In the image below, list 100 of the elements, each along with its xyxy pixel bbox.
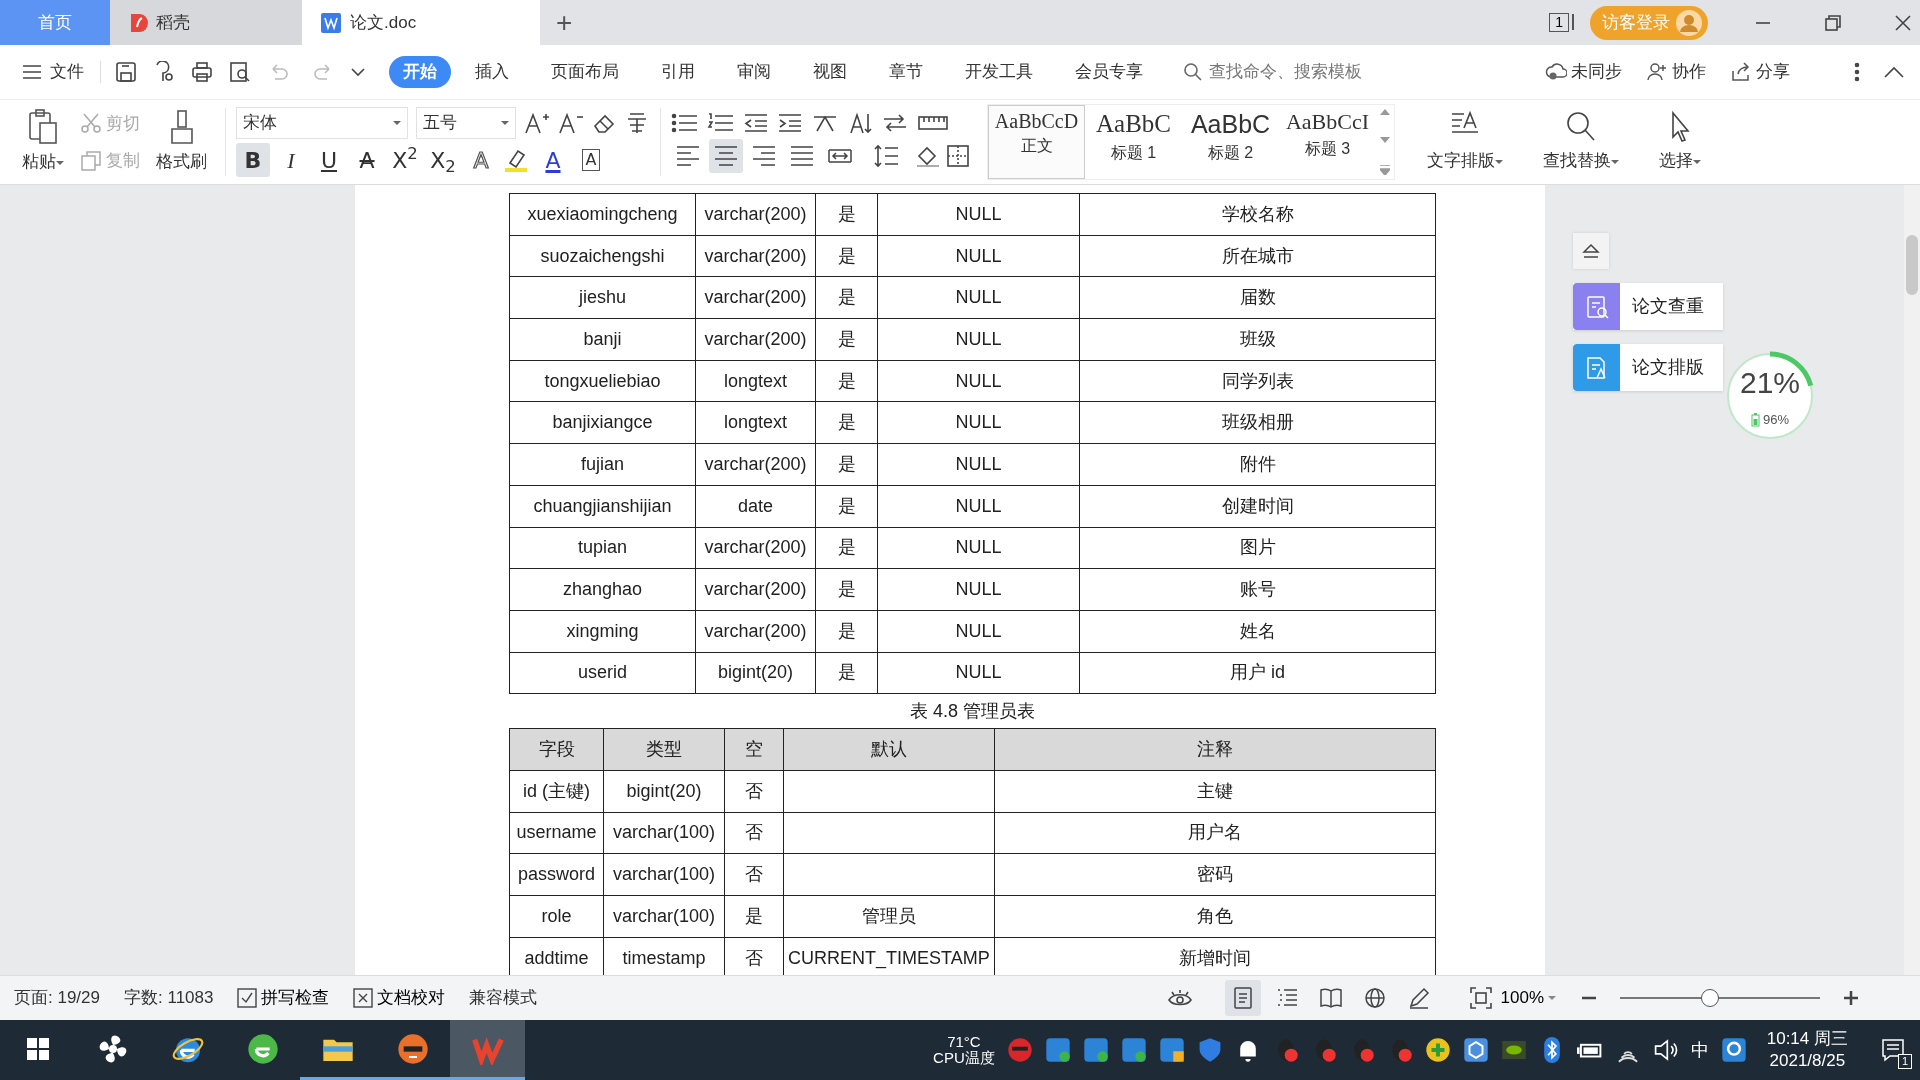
- decrease-indent-icon[interactable]: [743, 111, 769, 135]
- format-button[interactable]: A: [350, 143, 384, 177]
- ribbon-tab[interactable]: 页面布局: [533, 55, 637, 89]
- format-button[interactable]: U: [312, 143, 346, 177]
- x-box-icon: [353, 988, 374, 1008]
- scroll-up-icon[interactable]: [1380, 109, 1390, 115]
- table-cell: 管理员: [783, 895, 995, 938]
- align-button[interactable]: [709, 139, 743, 173]
- scroll-down-icon[interactable]: [1380, 137, 1390, 143]
- input-method-indicator[interactable]: 中: [1690, 1036, 1709, 1064]
- upload-app-icon[interactable]: [1158, 1037, 1185, 1063]
- command-search-field[interactable]: 查找命令、搜索模板: [1183, 58, 1407, 86]
- zoom-level-dropdown[interactable]: 100%: [1500, 985, 1556, 1011]
- document-tab[interactable]: 稻壳: [110, 0, 302, 45]
- new-tab-button[interactable]: +: [540, 0, 589, 45]
- table-cell: varchar(100): [603, 812, 725, 854]
- sync-app-icon[interactable]: [1082, 1037, 1109, 1063]
- table-cell: suozaichengshi: [509, 235, 696, 277]
- style-preset[interactable]: AaBbC 标题 2: [1182, 105, 1279, 179]
- table-cell: 创建时间: [1079, 485, 1436, 527]
- clock[interactable]: 10:14 周三 2021/8/25: [1766, 1027, 1848, 1073]
- table-cell: longtext: [695, 360, 816, 402]
- restore-icon[interactable]: [1824, 13, 1842, 32]
- collapse-panel-button[interactable]: [1573, 233, 1609, 269]
- style-preset[interactable]: AaBbCcI 标题 3: [1279, 105, 1376, 179]
- select-button[interactable]: 选择: [1651, 100, 1709, 184]
- battery-percentage: 96%: [1763, 411, 1789, 429]
- expand-icon[interactable]: [1380, 165, 1390, 175]
- format-button[interactable]: B: [236, 143, 270, 177]
- ribbon-tab[interactable]: 会员专享: [1057, 55, 1161, 89]
- fit-screen-icon[interactable]: [1468, 986, 1493, 1010]
- format-button[interactable]: X$_{2}$: [426, 143, 460, 177]
- toolbar-action[interactable]: 分享: [1730, 59, 1790, 85]
- close-icon[interactable]: [1894, 13, 1912, 32]
- scrollbar[interactable]: [1904, 185, 1920, 975]
- eye-icon[interactable]: [1166, 988, 1193, 1008]
- more-icon[interactable]: [1854, 62, 1860, 82]
- table-cell: NULL: [877, 610, 1080, 653]
- table-cell: tupian: [509, 527, 696, 569]
- format-painter-button[interactable]: 格式刷: [148, 100, 215, 184]
- zoom-in-icon[interactable]: [1842, 989, 1860, 1007]
- save-icon[interactable]: [115, 61, 137, 83]
- table-cell: 是: [815, 568, 878, 611]
- font-size-field[interactable]: 五号: [416, 107, 516, 139]
- column-header: 字段: [509, 728, 604, 771]
- ribbon-tab[interactable]: 章节: [871, 55, 941, 89]
- spell-check-button[interactable]: 拼写检查: [237, 985, 330, 1011]
- table-cell: 否: [724, 770, 784, 813]
- shrink-font-icon[interactable]: [558, 111, 584, 135]
- table-cell: 是: [815, 443, 878, 486]
- plus-circle-icon[interactable]: [1424, 1037, 1451, 1063]
- paste-button[interactable]: 粘贴: [14, 100, 72, 184]
- copy-icon: [80, 149, 102, 172]
- panel-shortcut[interactable]: 论文排版: [1573, 344, 1723, 391]
- notification-center-button[interactable]: 1: [1876, 1033, 1910, 1067]
- find-replace-button[interactable]: 查找替换: [1535, 100, 1627, 184]
- toolbar-action[interactable]: 未同步: [1545, 59, 1622, 85]
- collapse-icon[interactable]: [1884, 66, 1904, 78]
- table-cell: 是: [724, 895, 784, 938]
- line-spacing-icon[interactable]: [873, 144, 899, 168]
- table-cell: NULL: [877, 276, 1080, 319]
- speaker-icon[interactable]: [1652, 1037, 1679, 1063]
- dropdown-icon[interactable]: [351, 67, 365, 77]
- increase-indent-icon[interactable]: [777, 111, 803, 135]
- ribbon-tab[interactable]: 引用: [643, 55, 713, 89]
- table-cell: 用户名: [994, 812, 1436, 854]
- document-tab[interactable]: 论文.doc: [302, 0, 540, 45]
- table-cell: 是: [815, 610, 878, 653]
- ribbon-tab[interactable]: 插入: [457, 55, 527, 89]
- style-preset[interactable]: AaBbCcD 正文: [988, 105, 1085, 179]
- sync-app-icon[interactable]: [1044, 1037, 1071, 1063]
- font-name-field[interactable]: 宋体: [236, 107, 408, 139]
- column-header: 注释: [994, 728, 1436, 771]
- print-preview-icon[interactable]: [229, 61, 251, 83]
- format-button[interactable]: X$^{2}$: [388, 143, 422, 177]
- borders-icon[interactable]: [945, 144, 971, 168]
- format-button[interactable]: A: [536, 143, 570, 177]
- bullet-list-icon[interactable]: [671, 111, 699, 135]
- table-cell: username: [509, 812, 604, 854]
- grow-font-icon[interactable]: [524, 111, 550, 135]
- ribbon-tab[interactable]: 开发工具: [947, 55, 1051, 89]
- ribbon-tab[interactable]: 视图: [795, 55, 865, 89]
- panel-shortcut[interactable]: 论文查重: [1573, 283, 1723, 330]
- view-mode-button[interactable]: [1224, 980, 1261, 1016]
- format-button[interactable]: I: [274, 143, 308, 177]
- file-menu[interactable]: 文件: [22, 59, 84, 85]
- format-button[interactable]: A: [574, 143, 608, 177]
- style-preset[interactable]: AaBbC 标题 1: [1085, 105, 1182, 179]
- proofread-button[interactable]: 文档校对: [353, 985, 446, 1011]
- table-cell: varchar(100): [603, 853, 725, 896]
- table-caption: 表 4.8 管理员表: [909, 700, 1036, 724]
- text-layout-button[interactable]: 文字排版: [1419, 100, 1511, 184]
- search-app-icon[interactable]: [1720, 1037, 1747, 1063]
- sync-app-icon[interactable]: [1120, 1037, 1147, 1063]
- shading-icon[interactable]: [915, 144, 941, 168]
- print-icon[interactable]: [191, 61, 213, 83]
- toolbar-action[interactable]: 协作: [1646, 59, 1706, 85]
- temperature-reading: 71°C: [947, 1033, 981, 1050]
- sort-icon[interactable]: [847, 111, 873, 135]
- ribbon-tab[interactable]: 审阅: [719, 55, 789, 89]
